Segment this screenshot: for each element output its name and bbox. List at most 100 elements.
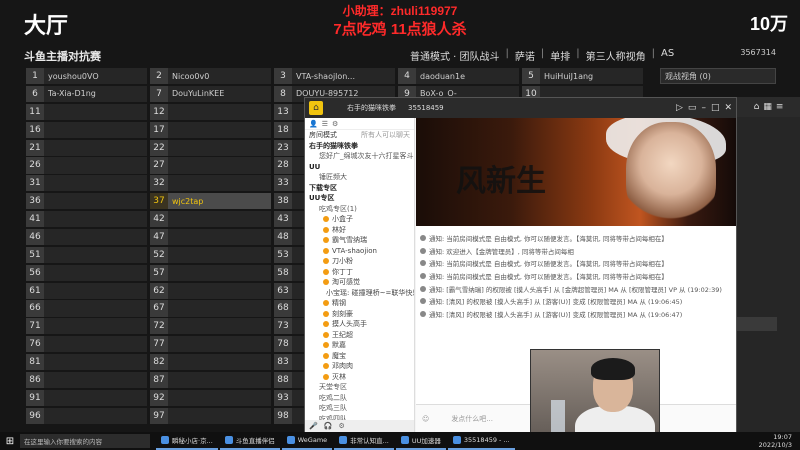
player-slot[interactable]: 77 (150, 336, 271, 353)
taskbar-app[interactable]: WeGame (281, 432, 333, 450)
player-slot[interactable]: 46 (26, 228, 147, 246)
player-slot[interactable]: 36 (26, 193, 147, 210)
maximize-icon[interactable]: □ (711, 103, 720, 113)
player-slot[interactable]: 82 (150, 354, 271, 371)
channel-user[interactable]: 刻刻豪 (305, 309, 414, 320)
player-slot[interactable]: 56 (26, 264, 147, 281)
channel-item[interactable]: 下载专区 (305, 183, 414, 194)
channel-user[interactable]: 魔宝 (305, 351, 414, 362)
player-slot[interactable]: 16 (26, 121, 147, 138)
window-icon[interactable]: ▭ (688, 103, 697, 113)
home-tab-icon[interactable]: ⌂ (754, 102, 760, 112)
player-slot[interactable]: 76 (26, 336, 147, 353)
system-tray-clock[interactable]: 19:07 2022/10/3 (759, 433, 800, 449)
player-slot[interactable]: 32 (150, 175, 271, 192)
player-slot[interactable]: 27 (150, 157, 271, 174)
player-slot[interactable]: 71 (26, 318, 147, 335)
player-slot[interactable]: 1 youshou0VO (26, 68, 147, 85)
channel-item[interactable]: 吃鸡三队 (305, 403, 414, 414)
taskbar-app[interactable]: 35518459 - ... (447, 432, 515, 450)
gear-icon[interactable]: ⚙ (332, 120, 338, 128)
user-status-icon (323, 216, 329, 223)
channel-user[interactable]: VTA-shaojion (305, 246, 414, 257)
spectate-button[interactable]: 观战视角 (0) (660, 68, 776, 84)
player-slot[interactable]: 12 (150, 103, 271, 120)
player-slot[interactable]: 41 (26, 211, 147, 228)
player-slot[interactable]: 37 wjc2tap (150, 193, 271, 210)
channel-item[interactable]: UU专区 (305, 193, 414, 204)
player-slot[interactable]: 96 (26, 407, 147, 424)
close-icon[interactable]: ✕ (724, 103, 732, 113)
player-slot[interactable]: 57 (150, 264, 271, 281)
player-slot[interactable]: 62 (150, 282, 271, 299)
player-slot[interactable]: 66 (26, 300, 147, 317)
taskbar-search[interactable]: 在这里输入你要搜索的内容 (20, 434, 150, 448)
channel-item[interactable]: 吃鸡专区(1) (305, 204, 414, 215)
taskbar-app[interactable]: 斗鱼直播伴侣 (219, 432, 280, 450)
player-slot[interactable]: 6 Ta-Xia-D1ng (26, 85, 147, 103)
channel-user[interactable]: 王纪超 (305, 330, 414, 341)
player-slot[interactable]: 22 (150, 139, 271, 156)
taskbar-app[interactable]: 非常认知直... (334, 432, 394, 450)
player-slot[interactable]: 87 (150, 371, 271, 389)
channel-user[interactable]: 林好 (305, 225, 414, 236)
channel-item[interactable]: 锤匠频大 (305, 172, 414, 183)
player-slot[interactable]: 52 (150, 246, 271, 263)
play-icon[interactable]: ▷ (676, 103, 683, 113)
windows-start-icon[interactable]: ⊞ (0, 436, 20, 447)
headset-icon[interactable]: 🎧 (324, 422, 333, 430)
player-slot[interactable]: 3 VTA-shaojlon... (274, 68, 395, 85)
player-slot[interactable]: 5 HuiHuiJ1ang (522, 68, 643, 85)
list-icon[interactable]: ☰ (322, 120, 328, 128)
player-slot[interactable]: 4 daoduan1e (398, 68, 519, 85)
player-slot[interactable]: 97 (150, 407, 271, 424)
channel-user[interactable]: 默嘉 (305, 340, 414, 351)
taskbar-app[interactable]: 瞬秘小店·京... (156, 432, 218, 450)
player-slot[interactable]: 42 (150, 211, 271, 228)
settings-icon[interactable]: ⚙ (338, 422, 344, 430)
player-slot[interactable]: 2 Nicoo0v0 (150, 68, 271, 85)
home-icon[interactable]: ⌂ (309, 101, 323, 115)
player-slot[interactable]: 72 (150, 318, 271, 335)
channel-user[interactable]: 小宝瑶: 碰撞理桥~=联华快乐 (305, 288, 414, 299)
clock-time: 19:07 (773, 433, 792, 441)
player-slot[interactable]: 92 (150, 389, 271, 406)
player-slot[interactable]: 91 (26, 389, 147, 406)
menu-tab-icon[interactable]: ≡ (776, 102, 784, 112)
player-slot[interactable]: 11 (26, 103, 147, 120)
player-slot[interactable]: 7 DouYuLinKEE (150, 85, 271, 103)
player-slot[interactable]: 67 (150, 300, 271, 317)
player-slot[interactable]: 26 (26, 157, 147, 174)
mic-icon[interactable]: 🎤 (309, 422, 318, 430)
player-slot[interactable]: 86 (26, 371, 147, 389)
player-slot[interactable]: 61 (26, 282, 147, 299)
channel-user[interactable]: 淘可感觉 (305, 277, 414, 288)
channel-user[interactable]: 精钢 (305, 298, 414, 309)
channel-user[interactable]: 霸气雪纳瑞 (305, 235, 414, 246)
grid-tab-icon[interactable]: ▦ (763, 102, 772, 112)
channel-item[interactable]: 右手的猫咪铁拳 (305, 141, 414, 152)
user-icon[interactable]: 👤 (309, 120, 318, 128)
channel-item[interactable]: 吃鸡二队 (305, 393, 414, 404)
channel-user[interactable]: 摸人头高手 (305, 319, 414, 330)
channel-user[interactable]: 你丁丁 (305, 267, 414, 278)
channel-item[interactable]: UU (305, 162, 414, 173)
player-slot[interactable]: 31 (26, 175, 147, 192)
player-slot[interactable]: 81 (26, 354, 147, 371)
slot-number: 46 (26, 228, 44, 246)
emoji-icon[interactable]: ☺ (422, 415, 429, 423)
player-slot[interactable]: 21 (26, 139, 147, 156)
channel-user[interactable]: 刀小粉 (305, 256, 414, 267)
slot-row: 1 youshou0VO 2 Nicoo0v0 3 VTA-shaojlon... 4 dao… (26, 68, 648, 85)
taskbar-app[interactable]: UU加速器 (395, 432, 446, 450)
player-slot[interactable]: 17 (150, 121, 271, 138)
chat-input[interactable]: 发点什么吧... (451, 414, 493, 424)
player-slot[interactable]: 51 (26, 246, 147, 263)
minimize-icon[interactable]: – (701, 103, 706, 113)
channel-item[interactable]: 您好广_绵城次友十六打星客斗 (305, 151, 414, 162)
channel-user[interactable]: 小盒子 (305, 214, 414, 225)
channel-item[interactable]: 天堂专区 (305, 382, 414, 393)
player-slot[interactable]: 47 (150, 228, 271, 246)
channel-user[interactable]: 邓肉肉 (305, 361, 414, 372)
channel-user[interactable]: 灭林 (305, 372, 414, 383)
